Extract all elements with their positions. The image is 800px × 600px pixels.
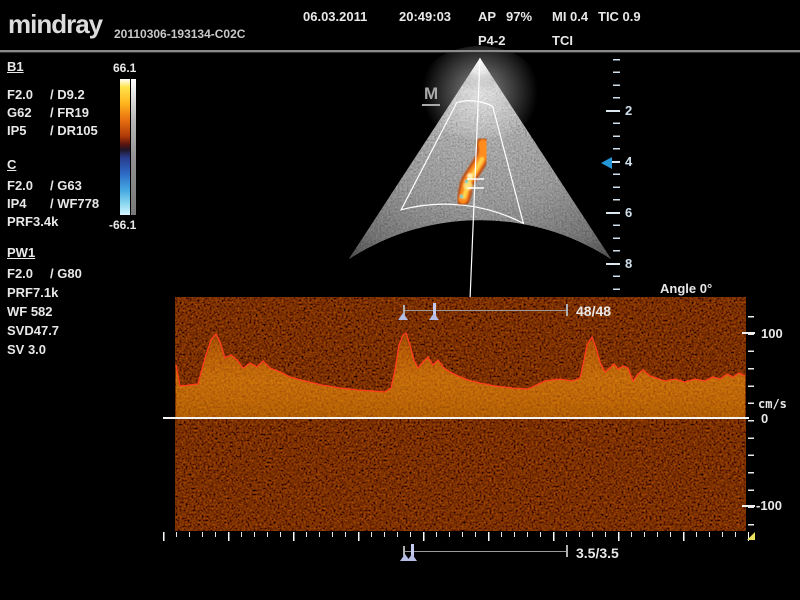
velocity-max-label: 100	[761, 326, 783, 341]
frame-counter: 48/48	[576, 303, 611, 319]
c-freq: F2.0	[7, 178, 33, 193]
b-gain: G62	[7, 105, 32, 120]
pw-gain: / G80	[50, 266, 82, 281]
b-depth: / D9.2	[50, 87, 85, 102]
depth-tick-2	[606, 110, 620, 112]
depth-ruler	[613, 59, 620, 296]
c-ip: IP4	[7, 196, 27, 211]
cine-cursor-base	[429, 313, 439, 320]
probe-label: P4-2	[478, 33, 505, 48]
depth-label-8: 8	[625, 256, 632, 271]
pw-prf: PRF7.1k	[7, 285, 58, 300]
sweep-cursor-base	[407, 554, 417, 561]
colorbar-max-label: 66.1	[113, 61, 136, 75]
b-freq: F2.0	[7, 87, 33, 102]
ultrasound-screen: mindray 20110306-193134-C02C 06.03.2011 …	[0, 0, 800, 600]
velocity-min-label: -100	[756, 498, 782, 513]
b-ip: IP5	[7, 123, 27, 138]
velocity-zero-label: 0	[761, 411, 768, 426]
velocity-unit-label: cm/s	[758, 397, 787, 411]
depth-label-6: 6	[625, 205, 632, 220]
tic-value: TIC 0.9	[598, 9, 641, 24]
angle-label: Angle 0°	[660, 281, 712, 296]
b-dynamic-range: / DR105	[50, 123, 98, 138]
color-section-title: C	[7, 157, 16, 172]
b-mode-section-title: B1	[7, 59, 24, 74]
sweep-position-icon	[747, 532, 755, 540]
acoustic-power-value: 97%	[506, 9, 532, 24]
sweep-speed-label: 3.5/3.5	[576, 545, 619, 561]
orientation-marker: M	[422, 84, 440, 106]
mi-value: MI 0.4	[552, 9, 588, 24]
c-wall-filter: / WF778	[50, 196, 99, 211]
b-framerate: / FR19	[50, 105, 89, 120]
depth-tick-8	[606, 263, 620, 265]
doppler-baseline[interactable]	[163, 417, 749, 419]
velocity-tick-100	[742, 332, 755, 334]
pw-sv-size: SV 3.0	[7, 342, 46, 357]
grayscale-bar	[131, 79, 136, 215]
depth-tick-6	[606, 212, 620, 214]
c-prf: PRF3.4k	[7, 214, 58, 229]
cine-start-marker	[398, 313, 408, 320]
date-label: 06.03.2011	[303, 9, 367, 24]
focus-marker-icon[interactable]	[601, 157, 612, 169]
depth-label-4: 4	[625, 154, 632, 169]
acoustic-power-label: AP	[478, 9, 496, 24]
time-ruler-major	[163, 532, 749, 541]
depth-label-2: 2	[625, 103, 632, 118]
mindray-logo: mindray	[8, 9, 102, 40]
c-gain: / G63	[50, 178, 82, 193]
colorbar-min-label: -66.1	[109, 218, 136, 232]
pw-section-title: PW1	[7, 245, 35, 260]
color-velocity-bar	[120, 79, 130, 215]
velocity-ruler	[748, 316, 754, 529]
pw-wall-filter: WF 582	[7, 304, 53, 319]
pw-sv-depth: SVD47.7	[7, 323, 59, 338]
exam-id: 20110306-193134-C02C	[114, 27, 245, 41]
velocity-tick-neg100	[742, 505, 755, 507]
header-separator	[0, 50, 800, 53]
time-label: 20:49:03	[399, 9, 451, 24]
pw-freq: F2.0	[7, 266, 33, 281]
imaging-mode-label: TCI	[552, 33, 573, 48]
